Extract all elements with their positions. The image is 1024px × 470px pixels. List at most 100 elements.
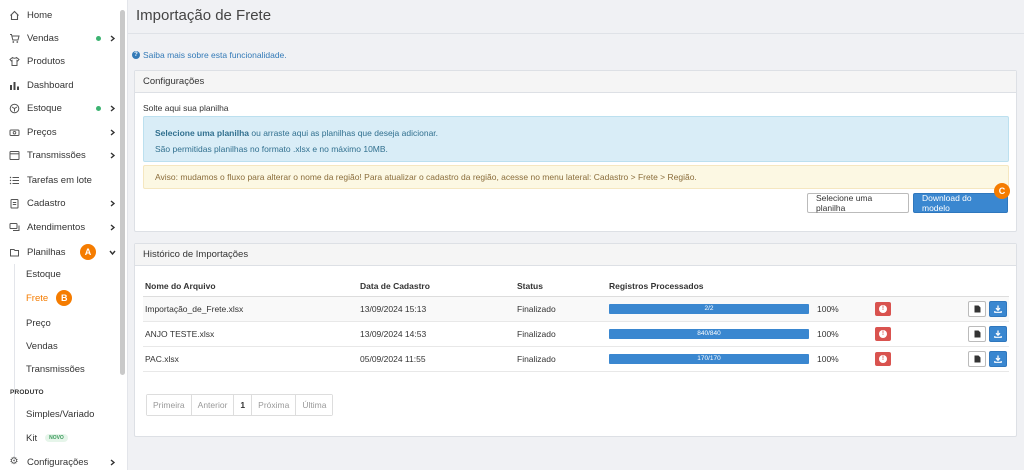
chevron-right-icon <box>108 151 116 159</box>
chevron-right-icon <box>108 104 116 112</box>
sidebar-item-label: Tarefas em lote <box>27 174 92 186</box>
submenu-label: Transmissões <box>26 363 85 375</box>
alert-icon: ! <box>879 354 887 363</box>
sidebar-item-tarefas-em-lote[interactable]: Tarefas em lote <box>8 171 116 189</box>
sidebar-item-label: Transmissões <box>27 149 86 161</box>
submenu-item-frete[interactable]: Frete B <box>26 289 116 307</box>
sidebar-item-atendimentos[interactable]: Atendimentos <box>8 218 116 236</box>
download-icon <box>994 330 1002 338</box>
download-file-button[interactable] <box>989 325 1007 342</box>
marker-c: C <box>994 183 1010 199</box>
sidebar-item-planilhas[interactable]: Planilhas A <box>8 243 116 261</box>
marker-a: A <box>80 244 96 260</box>
cell-percent: 100% <box>815 296 873 322</box>
submenu-label: Frete <box>26 292 49 304</box>
error-log-button[interactable]: ! <box>875 326 891 341</box>
file-icon <box>974 330 980 337</box>
sidebar-item-estoque[interactable]: Estoque <box>8 99 116 117</box>
sidebar-item-home[interactable]: Home <box>8 6 116 24</box>
col-header-status: Status <box>515 276 607 297</box>
file-icon <box>974 305 980 312</box>
view-file-button[interactable] <box>968 350 986 367</box>
drop-label: Solte aqui sua planilha <box>143 103 229 113</box>
progress-bar: 2/2 <box>609 303 809 314</box>
sidebar-item-vendas[interactable]: Vendas <box>8 29 116 47</box>
progress-label: 2/2 <box>704 305 714 312</box>
config-panel-header: Configurações <box>135 71 1016 93</box>
submenu-item-kit[interactable]: Kit NOVO <box>26 429 116 447</box>
cell-status: Finalizado <box>515 346 607 372</box>
history-panel-header: Histórico de Importações <box>135 244 1016 266</box>
col-header-records: Registros Processados <box>607 276 815 297</box>
submenu-label: Simples/Variado <box>26 408 95 420</box>
pagination-next[interactable]: Próxima <box>252 395 297 415</box>
sidebar-item-cadastro[interactable]: Cadastro <box>8 194 116 212</box>
chevron-right-icon <box>108 458 116 466</box>
chat-icon <box>8 221 20 233</box>
sidebar-item-label: Planilhas <box>27 246 66 258</box>
col-header-date: Data de Cadastro <box>358 276 515 297</box>
progress-bar: 170/170 <box>609 353 809 364</box>
cell-percent: 100% <box>815 321 873 347</box>
submenu-item-preco[interactable]: Preço <box>26 314 116 332</box>
sidebar-scrollbar[interactable] <box>120 10 125 375</box>
chevron-right-icon <box>108 128 116 136</box>
submenu-item-simples-variado[interactable]: Simples/Variado <box>26 405 116 423</box>
history-table: Nome do Arquivo Data de Cadastro Status … <box>143 276 1009 372</box>
download-file-button[interactable] <box>989 300 1007 317</box>
pagination-first[interactable]: Primeira <box>147 395 192 415</box>
error-log-button[interactable]: ! <box>875 351 891 366</box>
cell-date: 13/09/2024 15:13 <box>358 296 515 322</box>
submenu-item-vendas[interactable]: Vendas <box>26 337 116 355</box>
select-spreadsheet-button[interactable]: Selecione uma planilha <box>807 193 909 213</box>
cell-status: Finalizado <box>515 296 607 322</box>
file-icon <box>974 355 980 362</box>
cell-file-name: ANJO TESTE.xlsx <box>143 321 358 347</box>
pagination-prev[interactable]: Anterior <box>191 395 235 415</box>
pagination-last[interactable]: Última <box>296 395 333 415</box>
submenu-item-estoque[interactable]: Estoque <box>26 265 116 283</box>
submenu-item-transmissoes[interactable]: Transmissões <box>26 360 116 378</box>
window-icon <box>8 149 20 161</box>
download-icon <box>994 355 1002 363</box>
status-dot <box>96 35 101 41</box>
sidebar-item-produtos[interactable]: Produtos <box>8 52 116 70</box>
chevron-down-icon <box>108 248 116 256</box>
home-icon <box>8 9 20 21</box>
sidebar-item-label: Atendimentos <box>27 221 86 233</box>
chevron-right-icon <box>108 223 116 231</box>
config-panel: Configurações Solte aqui sua planilha Se… <box>134 70 1017 232</box>
sidebar-item-precos[interactable]: Preços <box>8 123 116 141</box>
file-drop-zone[interactable]: Selecione uma planilha ou arraste aqui a… <box>143 116 1009 162</box>
alert-icon: ! <box>879 329 887 338</box>
chevron-right-icon <box>108 199 116 207</box>
main-content: Importação de Frete ? Saiba mais sobre e… <box>128 0 1024 470</box>
warning-alert: Aviso: mudamos o fluxo para alterar o no… <box>143 165 1009 189</box>
download-file-button[interactable] <box>989 350 1007 367</box>
sidebar-item-configuracoes[interactable]: ⚙ Configurações <box>8 453 116 470</box>
progress-bar: 840/840 <box>609 328 809 339</box>
sidebar-item-label: Vendas <box>27 32 59 44</box>
status-dot <box>96 105 101 111</box>
sidebar-item-transmissoes[interactable]: Transmissões <box>8 146 116 164</box>
view-file-button[interactable] <box>968 325 986 342</box>
sidebar-item-dashboard[interactable]: Dashboard <box>8 76 116 94</box>
sidebar-item-label: Home <box>27 9 53 21</box>
progress-label: 840/840 <box>697 330 721 337</box>
drop-zone-text: ou arraste aqui as planilhas que deseja … <box>249 128 439 138</box>
list-icon <box>8 174 20 186</box>
download-template-button[interactable]: Download do modelo <box>913 193 1008 213</box>
sidebar-item-label: Cadastro <box>27 197 66 209</box>
col-header-file: Nome do Arquivo <box>143 276 358 297</box>
cart-icon <box>8 32 20 44</box>
download-icon <box>994 305 1002 313</box>
drop-zone-title: Selecione uma planilha <box>155 128 250 138</box>
view-file-button[interactable] <box>968 300 986 317</box>
info-link[interactable]: ? Saiba mais sobre esta funcionalidade. <box>132 50 287 60</box>
cell-date: 05/09/2024 11:55 <box>358 346 515 372</box>
spreadsheet-icon <box>8 246 20 258</box>
error-log-button[interactable]: ! <box>875 301 891 316</box>
pagination-current[interactable]: 1 <box>234 395 253 415</box>
submenu-label: Estoque <box>26 268 61 280</box>
gear-icon: ⚙ <box>9 456 19 467</box>
